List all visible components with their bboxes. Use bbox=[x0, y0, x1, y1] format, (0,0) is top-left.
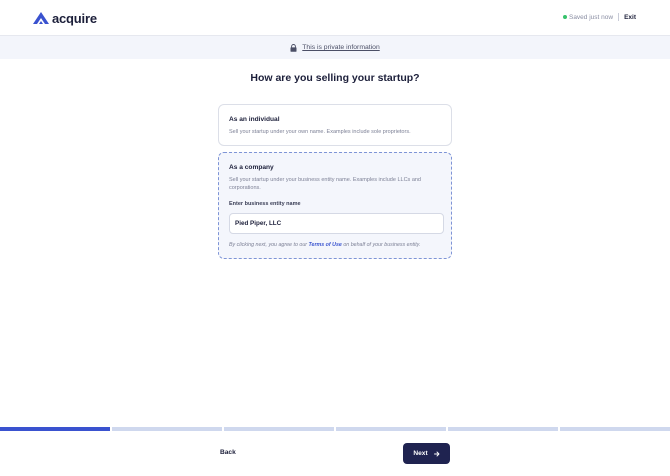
arrow-right-icon bbox=[433, 451, 440, 456]
saved-status: Saved just now bbox=[568, 13, 614, 21]
option-individual-title: As an individual bbox=[229, 116, 280, 123]
business-entity-label: Enter business entity name bbox=[229, 201, 301, 207]
progress-segment bbox=[224, 427, 334, 431]
top-header: acquire Saved just now Exit bbox=[0, 0, 670, 36]
terms-prefix: By clicking next, you agree to our bbox=[229, 242, 309, 248]
back-button[interactable]: Back bbox=[220, 449, 236, 456]
option-company-title: As a company bbox=[229, 164, 274, 171]
brand-name: acquire bbox=[52, 10, 97, 26]
lock-icon bbox=[290, 43, 297, 52]
progress-segment bbox=[560, 427, 670, 431]
header-actions: Saved just now Exit bbox=[562, 13, 636, 21]
terms-of-use-link[interactable]: Terms of Use bbox=[309, 242, 342, 248]
next-button-label: Next bbox=[413, 450, 428, 457]
privacy-link[interactable]: This is private information bbox=[302, 44, 379, 51]
next-button[interactable]: Next bbox=[403, 443, 450, 464]
option-individual-card[interactable]: As an individual Sell your startup under… bbox=[218, 104, 452, 146]
acquire-logo-icon bbox=[33, 12, 49, 24]
business-entity-input[interactable] bbox=[229, 213, 444, 234]
terms-notice: By clicking next, you agree to our Terms… bbox=[229, 242, 420, 248]
option-individual-description: Sell your startup under your own name. E… bbox=[229, 129, 411, 135]
exit-button[interactable]: Exit bbox=[624, 14, 636, 21]
acquire-logo[interactable]: acquire bbox=[33, 10, 97, 26]
progress-segment bbox=[336, 427, 446, 431]
page-title: How are you selling your startup? bbox=[250, 72, 420, 84]
header-divider bbox=[618, 13, 620, 21]
progress-segment bbox=[448, 427, 558, 431]
progress-segment bbox=[112, 427, 222, 431]
terms-suffix: on behalf of your business entity. bbox=[341, 242, 421, 248]
progress-segment bbox=[0, 427, 110, 431]
progress-bar bbox=[0, 427, 670, 431]
option-company-card[interactable]: As a company Sell your startup under you… bbox=[218, 152, 452, 259]
option-company-description: Sell your startup under your business en… bbox=[229, 177, 421, 191]
saved-status-dot bbox=[562, 15, 567, 19]
privacy-banner: This is private information bbox=[0, 36, 670, 59]
